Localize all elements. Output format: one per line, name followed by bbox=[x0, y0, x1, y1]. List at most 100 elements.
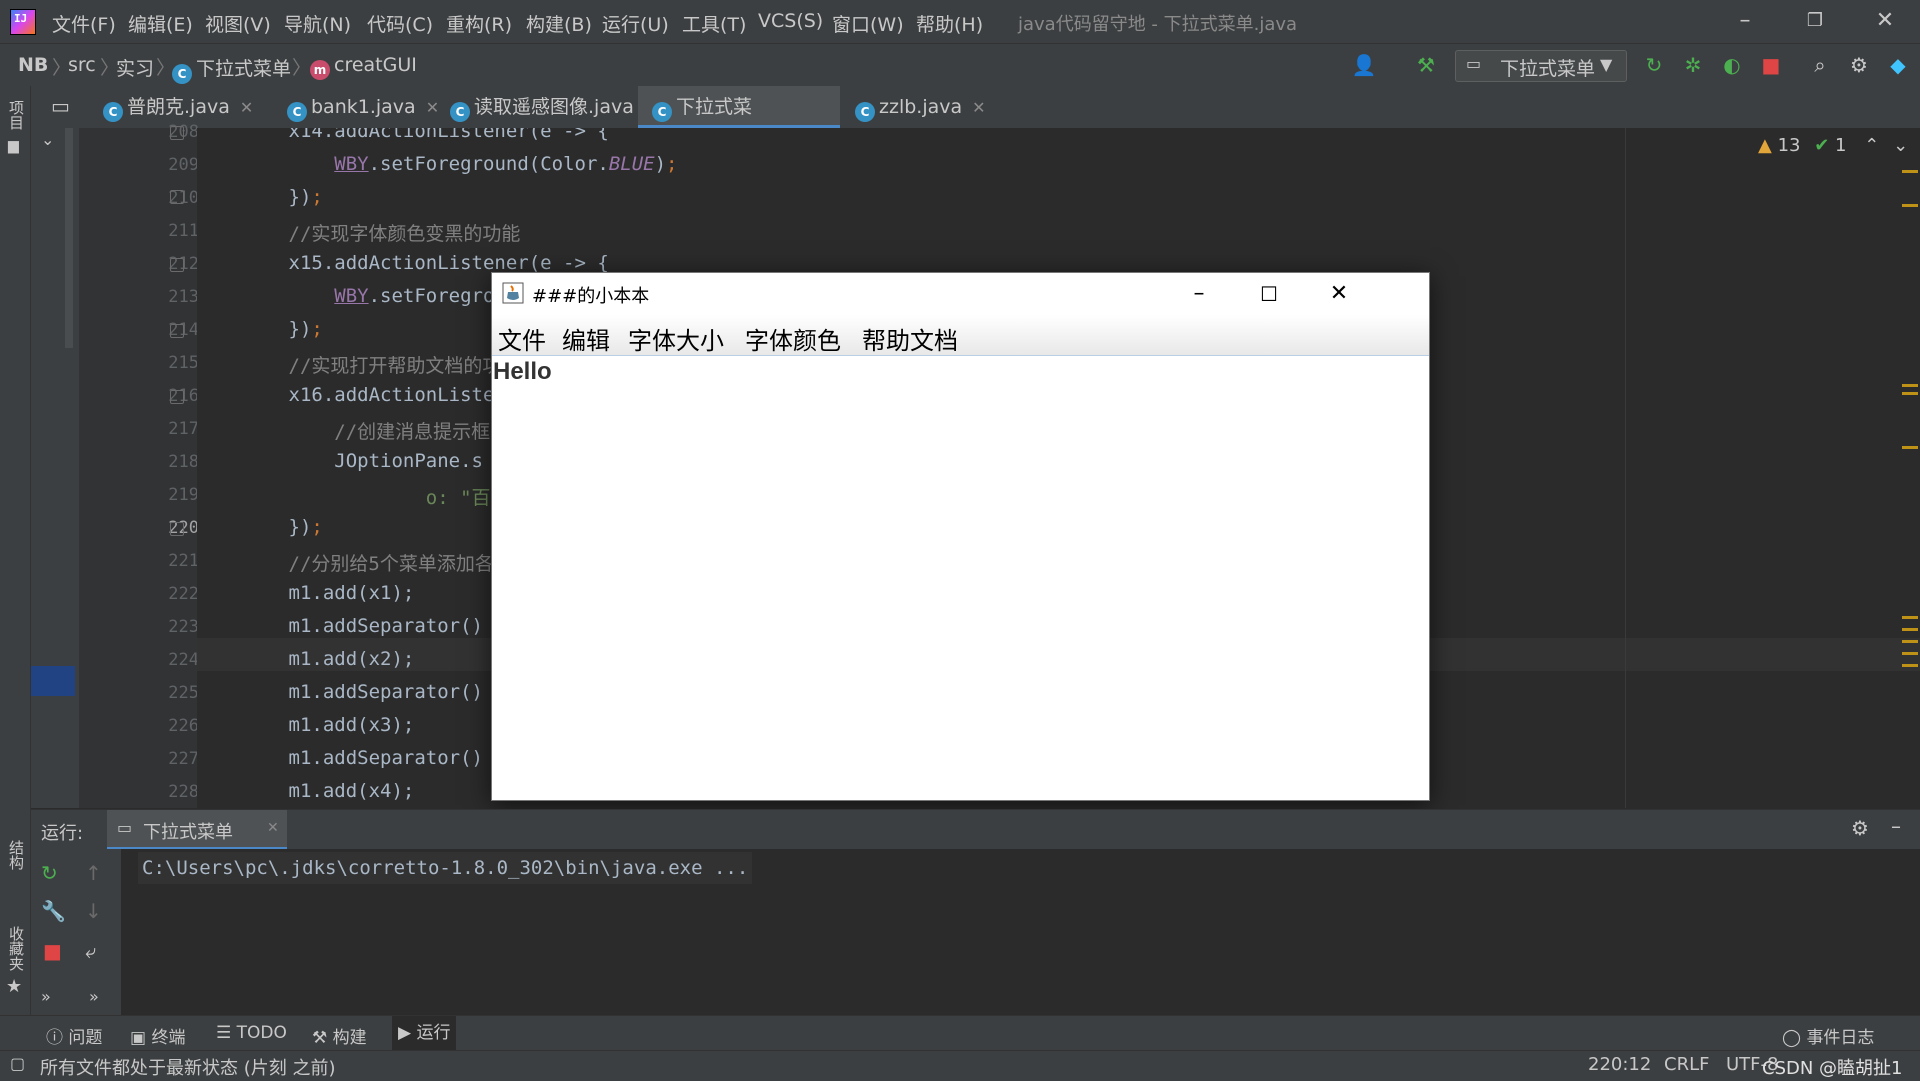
menu-vcs[interactable]: VCS(S) bbox=[758, 10, 823, 32]
tool-build[interactable]: ⚒ 构建 bbox=[312, 1023, 367, 1048]
close-icon[interactable]: ✕ bbox=[267, 820, 279, 836]
warning-stripe[interactable] bbox=[1902, 170, 1918, 173]
menu-edit[interactable]: 编辑(E) bbox=[128, 10, 193, 37]
tool-terminal[interactable]: ▣ 终端 bbox=[130, 1023, 185, 1048]
fold-marker-icon[interactable] bbox=[170, 390, 184, 404]
app-text-area[interactable]: Hello bbox=[492, 356, 1429, 800]
warning-stripe[interactable] bbox=[1902, 664, 1918, 667]
line-number: 224 bbox=[168, 650, 199, 670]
app-title-bar[interactable]: ###的小本本 – ☐ ✕ bbox=[492, 273, 1429, 315]
menu-help[interactable]: 帮助(H) bbox=[916, 10, 983, 37]
fold-marker-icon[interactable] bbox=[170, 258, 184, 272]
breadcrumb-method[interactable]: m creatGUI bbox=[310, 54, 417, 80]
app-menu-bar: 文件 编辑 字体大小 字体颜色 帮助文档 bbox=[492, 315, 1429, 356]
minimize-icon[interactable]: – bbox=[1725, 6, 1765, 36]
tab-dropdown-menu[interactable]: C下拉式菜单.java✕ bbox=[638, 86, 840, 160]
fold-marker-icon[interactable] bbox=[170, 126, 184, 140]
menu-run[interactable]: 运行(U) bbox=[602, 10, 669, 37]
project-tool-label[interactable]: 项目 bbox=[6, 100, 27, 130]
close-icon[interactable]: ✕ bbox=[1865, 6, 1905, 36]
coverage-icon[interactable]: ◐ bbox=[1718, 52, 1746, 78]
app-menu-help-doc[interactable]: 帮助文档 bbox=[862, 321, 958, 356]
run-configuration-select[interactable]: ▭ 下拉式菜单 ▼ bbox=[1455, 50, 1627, 82]
warning-stripe[interactable] bbox=[1902, 616, 1918, 619]
app-menu-font-color[interactable]: 字体颜色 bbox=[745, 321, 841, 356]
arrow-down-icon[interactable]: ↓ bbox=[85, 899, 102, 923]
project-view-icon[interactable]: ▭ bbox=[51, 94, 70, 118]
tool-todo[interactable]: ☰ TODO bbox=[216, 1023, 287, 1043]
breadcrumb-project[interactable]: NB bbox=[18, 54, 48, 76]
menu-refactor[interactable]: 重构(R) bbox=[446, 10, 512, 37]
menu-code[interactable]: 代码(C) bbox=[367, 10, 433, 37]
minimize-icon[interactable]: – bbox=[1174, 279, 1224, 309]
close-icon[interactable]: ✕ bbox=[1314, 279, 1364, 309]
favorites-tool-label[interactable]: 收藏夹 bbox=[6, 926, 27, 971]
warning-stripe[interactable] bbox=[1902, 640, 1918, 643]
menu-tools[interactable]: 工具(T) bbox=[682, 10, 746, 37]
chevron-down-icon[interactable]: ⌄ bbox=[1893, 135, 1908, 156]
rerun-icon[interactable]: ↻ bbox=[41, 861, 58, 885]
tab-read-image[interactable]: C读取遥感图像.java✕ bbox=[436, 86, 672, 128]
line-separator[interactable]: CRLF bbox=[1664, 1054, 1709, 1075]
chevron-down-icon[interactable]: ⌄ bbox=[41, 130, 54, 149]
stop-icon[interactable]: ■ bbox=[1757, 52, 1785, 78]
menu-view[interactable]: 视图(V) bbox=[205, 10, 271, 37]
menu-window[interactable]: 窗口(W) bbox=[832, 10, 904, 37]
gear-icon[interactable]: ⚙ bbox=[1845, 52, 1873, 78]
arrow-up-icon[interactable]: ↑ bbox=[85, 861, 102, 885]
warning-stripe[interactable] bbox=[1902, 384, 1918, 387]
close-icon[interactable]: ✕ bbox=[240, 98, 253, 117]
caret-position[interactable]: 220:12 bbox=[1588, 1054, 1651, 1075]
breadcrumb-class[interactable]: C 下拉式菜单 bbox=[172, 54, 291, 84]
debug-icon[interactable]: ✲ bbox=[1679, 52, 1707, 78]
minimize-panel-icon[interactable]: – bbox=[1891, 814, 1901, 838]
run-tab[interactable]: 下拉式菜单 ▭ ✕ bbox=[107, 810, 287, 850]
menu-navigate[interactable]: 导航(N) bbox=[284, 10, 351, 37]
search-icon[interactable]: ⌕ bbox=[1806, 52, 1834, 78]
build-hammer-icon[interactable]: ⚒ bbox=[1412, 52, 1440, 78]
plugin-icon[interactable]: ◆ bbox=[1884, 52, 1912, 78]
more-icon[interactable]: » bbox=[41, 987, 51, 1006]
stop-icon[interactable]: ■ bbox=[43, 939, 62, 963]
line-number: 222 bbox=[168, 584, 199, 604]
tab-zzlb[interactable]: Czzlb.java ✕ bbox=[841, 86, 1005, 128]
warning-stripe[interactable] bbox=[1902, 392, 1918, 395]
app-menu-font-size[interactable]: 字体大小 bbox=[628, 321, 724, 356]
menu-file[interactable]: 文件(F) bbox=[52, 10, 116, 37]
status-window-icon[interactable]: ▢ bbox=[10, 1054, 25, 1073]
warning-stripe[interactable] bbox=[1902, 204, 1918, 207]
restore-icon[interactable]: ❐ bbox=[1795, 6, 1835, 36]
breadcrumb-src[interactable]: src bbox=[68, 54, 96, 76]
close-icon[interactable]: ✕ bbox=[972, 98, 985, 117]
code-line: x14.addActionListener(e -> { bbox=[197, 128, 609, 142]
fold-marker-icon[interactable] bbox=[170, 190, 184, 204]
warning-stripe[interactable] bbox=[1902, 652, 1918, 655]
soft-wrap-icon[interactable]: ⤶ bbox=[85, 939, 96, 963]
line-number: 211 bbox=[168, 221, 199, 241]
user-icon[interactable]: 👤▾ bbox=[1350, 52, 1378, 103]
more-icon[interactable]: » bbox=[89, 987, 99, 1006]
app-menu-file[interactable]: 文件 bbox=[498, 321, 546, 356]
breadcrumb-class-label: 下拉式菜单 bbox=[196, 58, 292, 80]
structure-tool-label[interactable]: 结构 bbox=[6, 840, 27, 870]
tool-run[interactable]: ▶ 运行 bbox=[392, 1016, 457, 1051]
warning-stripe[interactable] bbox=[1902, 446, 1918, 449]
menu-build[interactable]: 构建(B) bbox=[526, 10, 592, 37]
chevron-up-icon[interactable]: ⌃ bbox=[1864, 135, 1879, 156]
wrench-icon[interactable]: 🔧 bbox=[41, 899, 66, 923]
configuration-icon: ▭ bbox=[1466, 54, 1482, 73]
tab-bank1[interactable]: Cbank1.java ✕ bbox=[273, 86, 447, 128]
app-menu-edit[interactable]: 编辑 bbox=[562, 321, 610, 356]
code-line: m1.add(x4); bbox=[197, 780, 415, 802]
tool-problems[interactable]: ⓘ 问题 bbox=[46, 1023, 102, 1048]
breadcrumb-package[interactable]: 实习 bbox=[116, 54, 154, 81]
maximize-icon[interactable]: ☐ bbox=[1244, 279, 1294, 309]
rerun-icon[interactable]: ↻ bbox=[1640, 52, 1668, 78]
tool-event-log[interactable]: ◯ 事件日志 bbox=[1782, 1023, 1874, 1048]
fold-marker-icon[interactable] bbox=[170, 324, 184, 338]
gear-icon[interactable]: ⚙ bbox=[1851, 816, 1869, 840]
warning-stripe[interactable] bbox=[1902, 628, 1918, 631]
fold-marker-icon[interactable] bbox=[170, 522, 184, 536]
scrollbar[interactable] bbox=[65, 128, 73, 348]
inspection-widget[interactable]: ▲ 13 ✔ 1 ⌃ ⌄ bbox=[1758, 135, 1908, 156]
